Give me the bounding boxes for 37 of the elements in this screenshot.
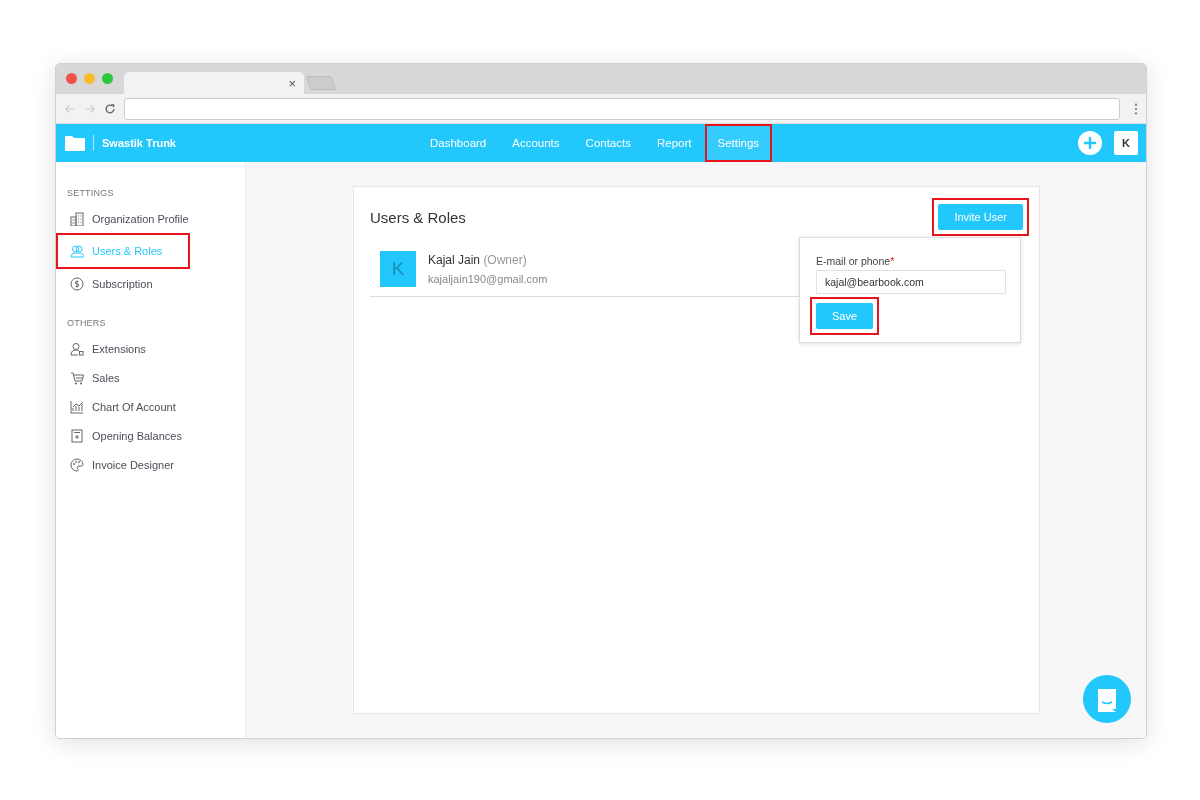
document-plus-icon [70, 428, 84, 443]
cart-icon [70, 370, 84, 385]
sidebar-item[interactable]: Extensions [56, 334, 189, 363]
new-tab-button[interactable] [305, 76, 337, 90]
sidebar-item[interactable]: Organization Profile [56, 204, 189, 233]
folder-icon[interactable] [65, 135, 85, 151]
forward-arrow-icon[interactable] [84, 102, 96, 115]
section-heading: OTHERS [66, 318, 107, 328]
chat-icon[interactable] [1083, 675, 1131, 723]
tab-close-button[interactable]: × [288, 75, 296, 91]
email-input-field[interactable]: kajal@bearbook.com [816, 270, 1006, 294]
reload-icon[interactable] [104, 102, 116, 115]
dollar-coin-icon [70, 276, 84, 291]
sidebar-item[interactable]: Subscription [56, 269, 189, 298]
page-title: Users & Roles [370, 208, 466, 226]
building-icon [70, 211, 84, 226]
sidebar-item[interactable]: Opening Balances [56, 421, 189, 450]
maximize-window-icon[interactable] [102, 73, 113, 84]
close-window-icon[interactable] [66, 73, 77, 84]
user-email: kajaljain190@gmail.com [428, 273, 548, 285]
user-avatar-button[interactable]: K [1114, 131, 1138, 155]
add-icon[interactable] [1078, 131, 1102, 155]
palette-icon [70, 457, 84, 472]
minimize-window-icon[interactable] [84, 73, 95, 84]
address-bar[interactable] [124, 97, 1120, 120]
sidebar-item[interactable]: Chart Of Account [56, 392, 189, 421]
section-heading: SETTINGS [66, 188, 115, 198]
back-arrow-icon[interactable] [64, 102, 76, 115]
user-name: Kajal Jain (Owner) [428, 253, 528, 267]
sidebar-item[interactable]: Invoice Designer [56, 450, 189, 479]
avatar-initial: K [380, 251, 416, 287]
users-icon [70, 244, 84, 258]
sidebar-item[interactable]: Sales [56, 363, 189, 392]
browser-tab[interactable]: × [124, 72, 304, 94]
menu-icon[interactable] [1134, 102, 1138, 115]
field-label: E-mail or phone* [816, 255, 896, 267]
bar-chart-icon [70, 399, 84, 414]
